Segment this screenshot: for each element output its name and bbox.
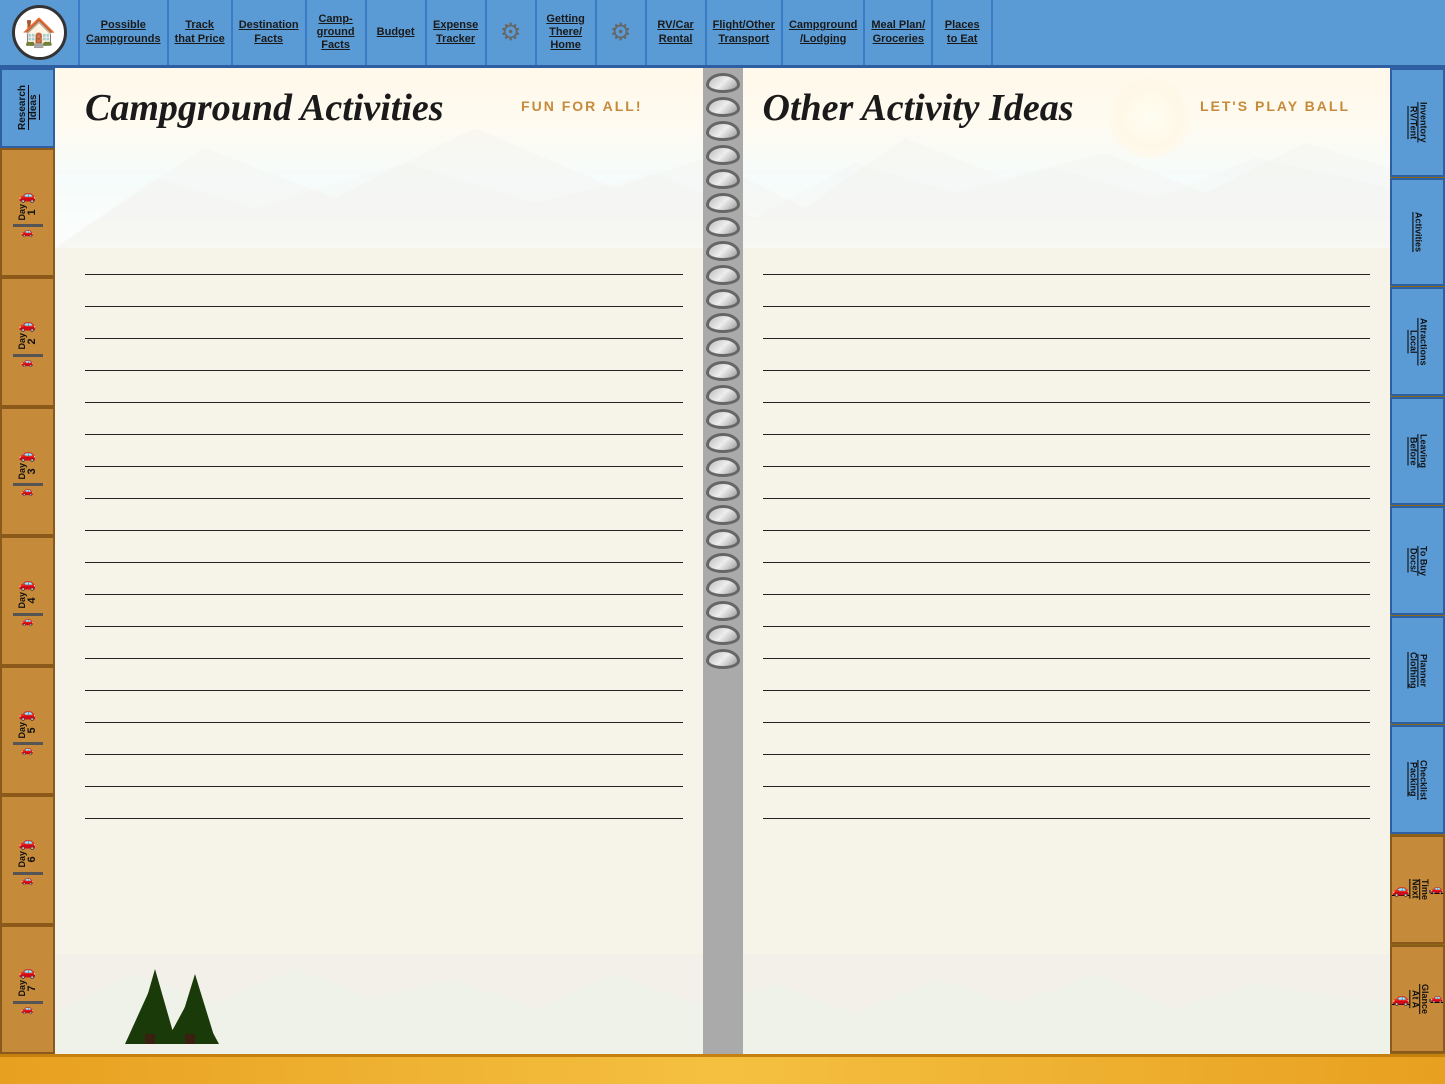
notebook-left-page: Campground Activities FUN FOR ALL! xyxy=(55,68,703,1054)
day4-label: Day4 xyxy=(18,592,38,609)
sidebar-item-research[interactable]: ResearchIdeas xyxy=(0,68,55,148)
sidebar-item-day1[interactable]: 🚗 Day1 🚗 xyxy=(0,148,55,277)
nav-places-to-eat[interactable]: Placesto Eat xyxy=(933,0,993,65)
left-subtitle: FUN FOR ALL! xyxy=(521,98,642,114)
nav-expense-tracker[interactable]: ExpenseTracker xyxy=(427,0,487,65)
left-ruled-area xyxy=(85,243,683,1049)
day5-label: Day5 xyxy=(18,722,38,739)
research-tab-label: ResearchIdeas xyxy=(17,85,39,130)
main-content: Campground Activities FUN FOR ALL! xyxy=(55,68,1390,1054)
left-tabs: ResearchIdeas 🚗 Day1 🚗 🚗 Day2 🚗 🚗 Day3 🚗… xyxy=(0,68,55,1054)
day2-label: Day2 xyxy=(18,333,38,350)
home-button[interactable]: 🏠 xyxy=(0,0,80,65)
notebook-right-page: Other Activity Ideas LET'S PLAY BALL xyxy=(743,68,1391,1054)
right-tabs: RV/TentInventory Activities LocalAttract… xyxy=(1390,68,1445,1054)
docs-to-buy-label: Docs/To Buy xyxy=(1408,546,1428,576)
sidebar-item-docs-to-buy[interactable]: Docs/To Buy xyxy=(1390,506,1445,615)
packing-checklist-label: PackingChecklist xyxy=(1408,760,1428,800)
nav-budget[interactable]: Budget xyxy=(367,0,427,65)
right-header: Other Activity Ideas LET'S PLAY BALL xyxy=(743,68,1391,243)
sidebar-item-before-leaving[interactable]: BeforeLeaving xyxy=(1390,397,1445,506)
before-leaving-label: BeforeLeaving xyxy=(1408,434,1428,468)
left-header: Campground Activities FUN FOR ALL! xyxy=(55,68,703,243)
clothing-planner-label: ClothingPlanner xyxy=(1408,652,1428,689)
at-a-glance-label: At AGlance xyxy=(1409,984,1429,1014)
nav-getting-there[interactable]: GettingThere/Home xyxy=(537,0,597,65)
sidebar-item-day5[interactable]: 🚗 Day5 🚗 xyxy=(0,666,55,795)
sidebar-item-day4[interactable]: 🚗 Day4 🚗 xyxy=(0,536,55,665)
sidebar-item-next-time[interactable]: 🚗 NextTime 🚗 xyxy=(1390,835,1445,944)
sidebar-item-day7[interactable]: 🚗 Day7 🚗 xyxy=(0,925,55,1054)
tree-decorations xyxy=(115,959,245,1049)
right-subtitle: LET'S PLAY BALL xyxy=(1200,98,1350,114)
sidebar-item-day3[interactable]: 🚗 Day3 🚗 xyxy=(0,407,55,536)
nav-rv-car-rental[interactable]: RV/CarRental xyxy=(647,0,707,65)
sidebar-item-activities[interactable]: Activities xyxy=(1390,178,1445,287)
day7-label: Day7 xyxy=(18,980,38,997)
rv-inventory-label: RV/TentInventory xyxy=(1408,102,1428,143)
nav-meal-plan[interactable]: Meal Plan/Groceries xyxy=(865,0,933,65)
top-navigation: 🏠 PossibleCampgrounds Trackthat Price De… xyxy=(0,0,1445,68)
day1-label: Day1 xyxy=(18,204,38,221)
nav-track-price[interactable]: Trackthat Price xyxy=(169,0,233,65)
day3-label: Day3 xyxy=(18,463,38,480)
sidebar-item-clothing-planner[interactable]: ClothingPlanner xyxy=(1390,616,1445,725)
sidebar-item-packing-checklist[interactable]: PackingChecklist xyxy=(1390,725,1445,834)
home-icon: 🏠 xyxy=(12,5,67,60)
nav-possible-campgrounds[interactable]: PossibleCampgrounds xyxy=(80,0,169,65)
next-time-label: NextTime xyxy=(1409,879,1429,900)
nav-campground-facts[interactable]: Camp-groundFacts xyxy=(307,0,367,65)
sidebar-item-at-a-glance[interactable]: 🚗 At AGlance 🚗 xyxy=(1390,945,1445,1054)
day6-label: Day6 xyxy=(18,851,38,868)
right-ruled-area xyxy=(763,243,1371,1049)
spiral-binding xyxy=(703,68,743,1054)
sidebar-item-day6[interactable]: 🚗 Day6 🚗 xyxy=(0,795,55,924)
local-attractions-label: LocalAttractions xyxy=(1408,318,1428,366)
activities-label: Activities xyxy=(1413,212,1423,252)
nav-campground-lodging[interactable]: Campground/Lodging xyxy=(783,0,865,65)
sidebar-item-local-attractions[interactable]: LocalAttractions xyxy=(1390,287,1445,396)
sidebar-item-rv-inventory[interactable]: RV/TentInventory xyxy=(1390,68,1445,177)
nav-flight-transport[interactable]: Flight/OtherTransport xyxy=(707,0,783,65)
bottom-bar xyxy=(0,1054,1445,1084)
sidebar-item-day2[interactable]: 🚗 Day2 🚗 xyxy=(0,277,55,406)
nav-destination-facts[interactable]: DestinationFacts xyxy=(233,0,307,65)
